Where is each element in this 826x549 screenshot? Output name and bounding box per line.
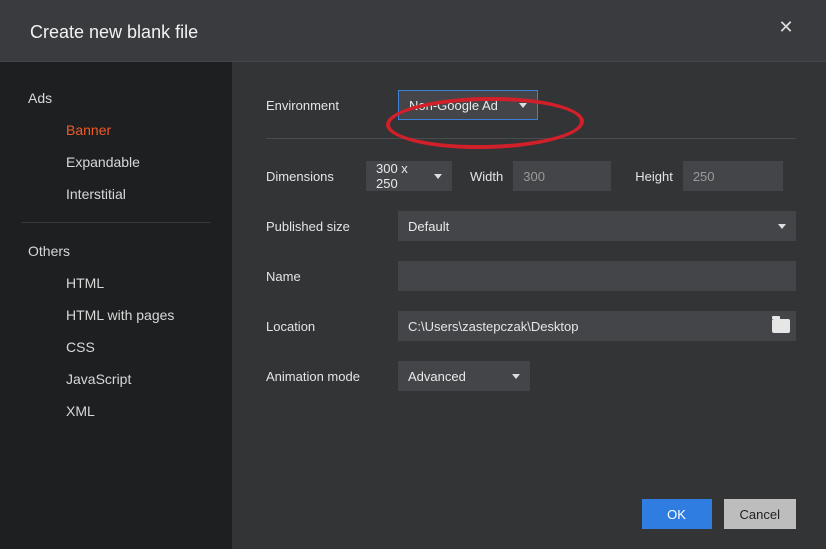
chevron-down-icon (434, 174, 442, 179)
cancel-button[interactable]: Cancel (724, 499, 796, 529)
row-location: Location C:\Users\zastepczak\Desktop (266, 311, 796, 341)
sidebar-separator (22, 222, 210, 223)
sidebar-item-banner[interactable]: Banner (0, 114, 232, 146)
main-panel: Environment Non-Google Ad Dimensions 300… (232, 62, 826, 549)
environment-label: Environment (266, 98, 398, 113)
row-animation-mode: Animation mode Advanced (266, 361, 796, 391)
environment-select[interactable]: Non-Google Ad (398, 90, 538, 120)
height-input[interactable] (683, 161, 783, 191)
sidebar: Ads Banner Expandable Interstitial Other… (0, 62, 232, 549)
published-size-value: Default (408, 219, 449, 234)
titlebar: Create new blank file ✕ (0, 0, 826, 62)
ok-button[interactable]: OK (642, 499, 712, 529)
row-name: Name (266, 261, 796, 291)
sidebar-group-ads: Ads (0, 82, 232, 114)
chevron-down-icon (778, 224, 786, 229)
name-input[interactable] (398, 261, 796, 291)
sidebar-item-expandable[interactable]: Expandable (0, 146, 232, 178)
location-value: C:\Users\zastepczak\Desktop (408, 319, 772, 334)
sidebar-item-css[interactable]: CSS (0, 331, 232, 363)
environment-value: Non-Google Ad (409, 98, 498, 113)
animation-mode-select[interactable]: Advanced (398, 361, 530, 391)
create-file-dialog: Create new blank file ✕ Ads Banner Expan… (0, 0, 826, 549)
dimensions-select[interactable]: 300 x 250 (366, 161, 452, 191)
close-icon[interactable]: ✕ (776, 18, 796, 38)
chevron-down-icon (519, 103, 527, 108)
width-label: Width (470, 169, 503, 184)
location-field[interactable]: C:\Users\zastepczak\Desktop (398, 311, 796, 341)
row-dimensions: Dimensions 300 x 250 Width Height (266, 161, 796, 191)
sidebar-item-interstitial[interactable]: Interstitial (0, 178, 232, 210)
height-label: Height (635, 169, 673, 184)
dialog-footer: OK Cancel (266, 479, 796, 529)
sidebar-item-javascript[interactable]: JavaScript (0, 363, 232, 395)
row-published-size: Published size Default (266, 211, 796, 241)
published-size-select[interactable]: Default (398, 211, 796, 241)
sidebar-group-others: Others (0, 235, 232, 267)
row-environment: Environment Non-Google Ad (266, 90, 796, 139)
sidebar-item-html-pages[interactable]: HTML with pages (0, 299, 232, 331)
animation-mode-label: Animation mode (266, 369, 398, 384)
dialog-body: Ads Banner Expandable Interstitial Other… (0, 62, 826, 549)
published-size-label: Published size (266, 219, 398, 234)
chevron-down-icon (512, 374, 520, 379)
folder-icon[interactable] (772, 319, 790, 333)
width-input[interactable] (513, 161, 611, 191)
animation-mode-value: Advanced (408, 369, 466, 384)
sidebar-item-html[interactable]: HTML (0, 267, 232, 299)
dimensions-label: Dimensions (266, 169, 366, 184)
sidebar-item-xml[interactable]: XML (0, 395, 232, 427)
dimensions-value: 300 x 250 (376, 161, 426, 191)
name-label: Name (266, 269, 398, 284)
dialog-title: Create new blank file (30, 22, 198, 43)
location-label: Location (266, 319, 398, 334)
